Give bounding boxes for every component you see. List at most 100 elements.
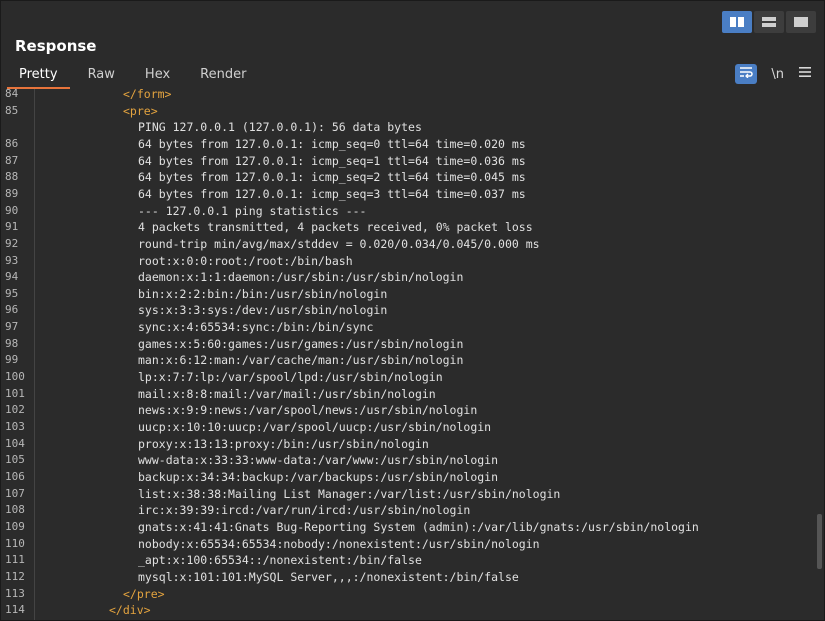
code-line: 84 </form> (1, 89, 824, 102)
line-number: 102 (5, 403, 25, 417)
line-number: 85 (5, 103, 19, 117)
line-number: 105 (5, 453, 25, 467)
editor-tools: \n (735, 64, 812, 84)
line-number: 113 (5, 586, 25, 600)
view-tabs: Pretty Raw Hex Render (7, 65, 264, 89)
line-number: 107 (5, 486, 25, 500)
code-line: 87 64 bytes from 127.0.0.1: icmp_seq=1 tt… (1, 153, 824, 169)
response-panel: Response Pretty Raw Hex Render \n 84 </fo… (0, 0, 825, 621)
code-line: 103 uucp:x:10:10:uucp:/var/spool/uucp:/us… (1, 419, 824, 435)
response-text: --- 127.0.0.1 ping statistics --- (138, 203, 367, 218)
code-line: 109 gnats:x:41:41:Gnats Bug-Reporting Sys… (1, 519, 824, 535)
layout-single-button[interactable] (786, 11, 816, 33)
response-text: backup:x:34:34:backup:/var/backups:/usr/… (138, 469, 499, 484)
word-wrap-button[interactable] (735, 64, 758, 84)
code-line: 86 64 bytes from 127.0.0.1: icmp_seq=0 tt… (1, 136, 824, 152)
response-text: 64 bytes from 127.0.0.1: icmp_seq=2 ttl=… (138, 170, 526, 185)
line-number: 91 (5, 220, 19, 234)
rows-icon (761, 13, 777, 32)
panel-title: Response (15, 37, 97, 55)
line-number: 90 (5, 203, 19, 217)
code-line: 112 mysql:x:101:101:MySQL Server,,,:/none… (1, 569, 824, 585)
line-number: 109 (5, 519, 25, 533)
code-line: 90 --- 127.0.0.1 ping statistics --- (1, 203, 824, 219)
line-number: 111 (5, 553, 25, 567)
line-number: 92 (5, 236, 19, 250)
line-number: 108 (5, 503, 25, 517)
code-line: 106 backup:x:34:34:backup:/var/backups:/u… (1, 469, 824, 485)
line-number: 100 (5, 370, 25, 384)
response-text: gnats:x:41:41:Gnats Bug-Reporting System… (138, 519, 699, 534)
line-number: 99 (5, 353, 19, 367)
code-line: 107 list:x:38:38:Mailing List Manager:/va… (1, 486, 824, 502)
response-editor[interactable]: 84 </form> 85 <pre> PING 127.0.0.1 (127.0.0.… (1, 89, 824, 620)
code-line: 94 daemon:x:1:1:daemon:/usr/sbin:/usr/sbi… (1, 269, 824, 285)
code-line: 85 <pre> (1, 103, 824, 119)
tab-pretty[interactable]: Pretty (7, 65, 70, 89)
response-text: bin:x:2:2:bin:/bin:/usr/sbin/nologin (138, 286, 388, 301)
menu-button[interactable] (798, 66, 812, 82)
response-text: proxy:x:13:13:proxy:/bin:/usr/sbin/nolog… (138, 436, 429, 451)
code-line: 102 news:x:9:9:news:/var/spool/news:/usr/… (1, 402, 824, 418)
tab-render[interactable]: Render (188, 65, 258, 89)
line-number: 106 (5, 469, 25, 483)
line-number: 95 (5, 286, 19, 300)
response-text: nobody:x:65534:65534:nobody:/nonexistent… (138, 536, 540, 551)
code-line: 93 root:x:0:0:root:/root:/bin/bash (1, 253, 824, 269)
line-number: 89 (5, 186, 19, 200)
code-line: 92 round-trip min/avg/max/stddev = 0.020/… (1, 236, 824, 252)
line-number: 94 (5, 270, 19, 284)
show-newlines-button[interactable]: \n (771, 67, 784, 82)
response-text: lp:x:7:7:lp:/var/spool/lpd:/usr/sbin/nol… (138, 370, 443, 385)
line-number: 114 (5, 603, 25, 617)
response-text: 4 packets transmitted, 4 packets receive… (138, 220, 533, 235)
code-line: 101 mail:x:8:8:mail:/var/mail:/usr/sbin/n… (1, 386, 824, 402)
layout-toggle-group (722, 11, 816, 33)
code-line: 99 man:x:6:12:man:/var/cache/man:/usr/sbi… (1, 352, 824, 368)
response-text: uucp:x:10:10:uucp:/var/spool/uucp:/usr/s… (138, 420, 492, 434)
response-text: mysql:x:101:101:MySQL Server,,,:/nonexis… (138, 569, 519, 584)
line-number: 87 (5, 153, 19, 167)
layout-stacked-button[interactable] (754, 11, 784, 33)
code-line: 111 _apt:x:100:65534::/nonexistent:/bin/f… (1, 552, 824, 568)
code-line: 89 64 bytes from 127.0.0.1: icmp_seq=3 tt… (1, 186, 824, 202)
response-text: 64 bytes from 127.0.0.1: icmp_seq=1 ttl=… (138, 153, 526, 168)
response-text: round-trip min/avg/max/stddev = 0.020/0.… (138, 236, 540, 251)
layout-side-by-side-button[interactable] (722, 11, 752, 33)
tab-raw[interactable]: Raw (76, 65, 127, 89)
response-text: root:x:0:0:root:/root:/bin/bash (138, 253, 353, 268)
response-text: sys:x:3:3:sys:/dev:/usr/sbin/nologin (138, 303, 388, 318)
code-line: 91 4 packets transmitted, 4 packets recei… (1, 219, 824, 235)
html-tag: </pre> (123, 586, 165, 601)
html-tag: </div> (109, 603, 151, 618)
hamburger-icon (798, 66, 812, 82)
code-line: 96 sys:x:3:3:sys:/dev:/usr/sbin/nologin (1, 302, 824, 318)
response-text: www-data:x:33:33:www-data:/var/www:/usr/… (138, 453, 499, 468)
code-line: 108 irc:x:39:39:ircd:/var/run/ircd:/usr/s… (1, 502, 824, 518)
response-text: 64 bytes from 127.0.0.1: icmp_seq=0 ttl=… (138, 136, 526, 151)
response-text: _apt:x:100:65534::/nonexistent:/bin/fals… (138, 553, 422, 568)
line-number: 97 (5, 320, 19, 334)
tab-hex[interactable]: Hex (133, 65, 182, 89)
response-text: PING 127.0.0.1 (127.0.0.1): 56 data byte… (138, 120, 422, 135)
code-line: PING 127.0.0.1 (127.0.0.1): 56 data byte… (1, 119, 824, 135)
single-pane-icon (793, 13, 809, 32)
line-number: 96 (5, 303, 19, 317)
code-line: 88 64 bytes from 127.0.0.1: icmp_seq=2 tt… (1, 169, 824, 185)
response-text: news:x:9:9:news:/var/spool/news:/usr/sbi… (138, 403, 478, 418)
panel-topbar (1, 1, 824, 37)
html-tag: </form> (123, 89, 172, 101)
code-line: 110 nobody:x:65534:65534:nobody:/nonexist… (1, 536, 824, 552)
code-line: 105 www-data:x:33:33:www-data:/var/www:/u… (1, 452, 824, 468)
line-number: 86 (5, 136, 19, 150)
columns-icon (729, 13, 745, 32)
response-text: games:x:5:60:games:/usr/games:/usr/sbin/… (138, 336, 464, 351)
response-text: man:x:6:12:man:/var/cache/man:/usr/sbin/… (138, 353, 464, 368)
code-line: 95 bin:x:2:2:bin:/bin:/usr/sbin/nologin (1, 286, 824, 302)
line-number: 88 (5, 170, 19, 184)
line-number: 98 (5, 336, 19, 350)
response-text: mail:x:8:8:mail:/var/mail:/usr/sbin/nolo… (138, 386, 436, 401)
line-number: 93 (5, 253, 19, 267)
wrap-lines-icon (739, 66, 754, 82)
code-line: 100 lp:x:7:7:lp:/var/spool/lpd:/usr/sbin/… (1, 369, 824, 385)
